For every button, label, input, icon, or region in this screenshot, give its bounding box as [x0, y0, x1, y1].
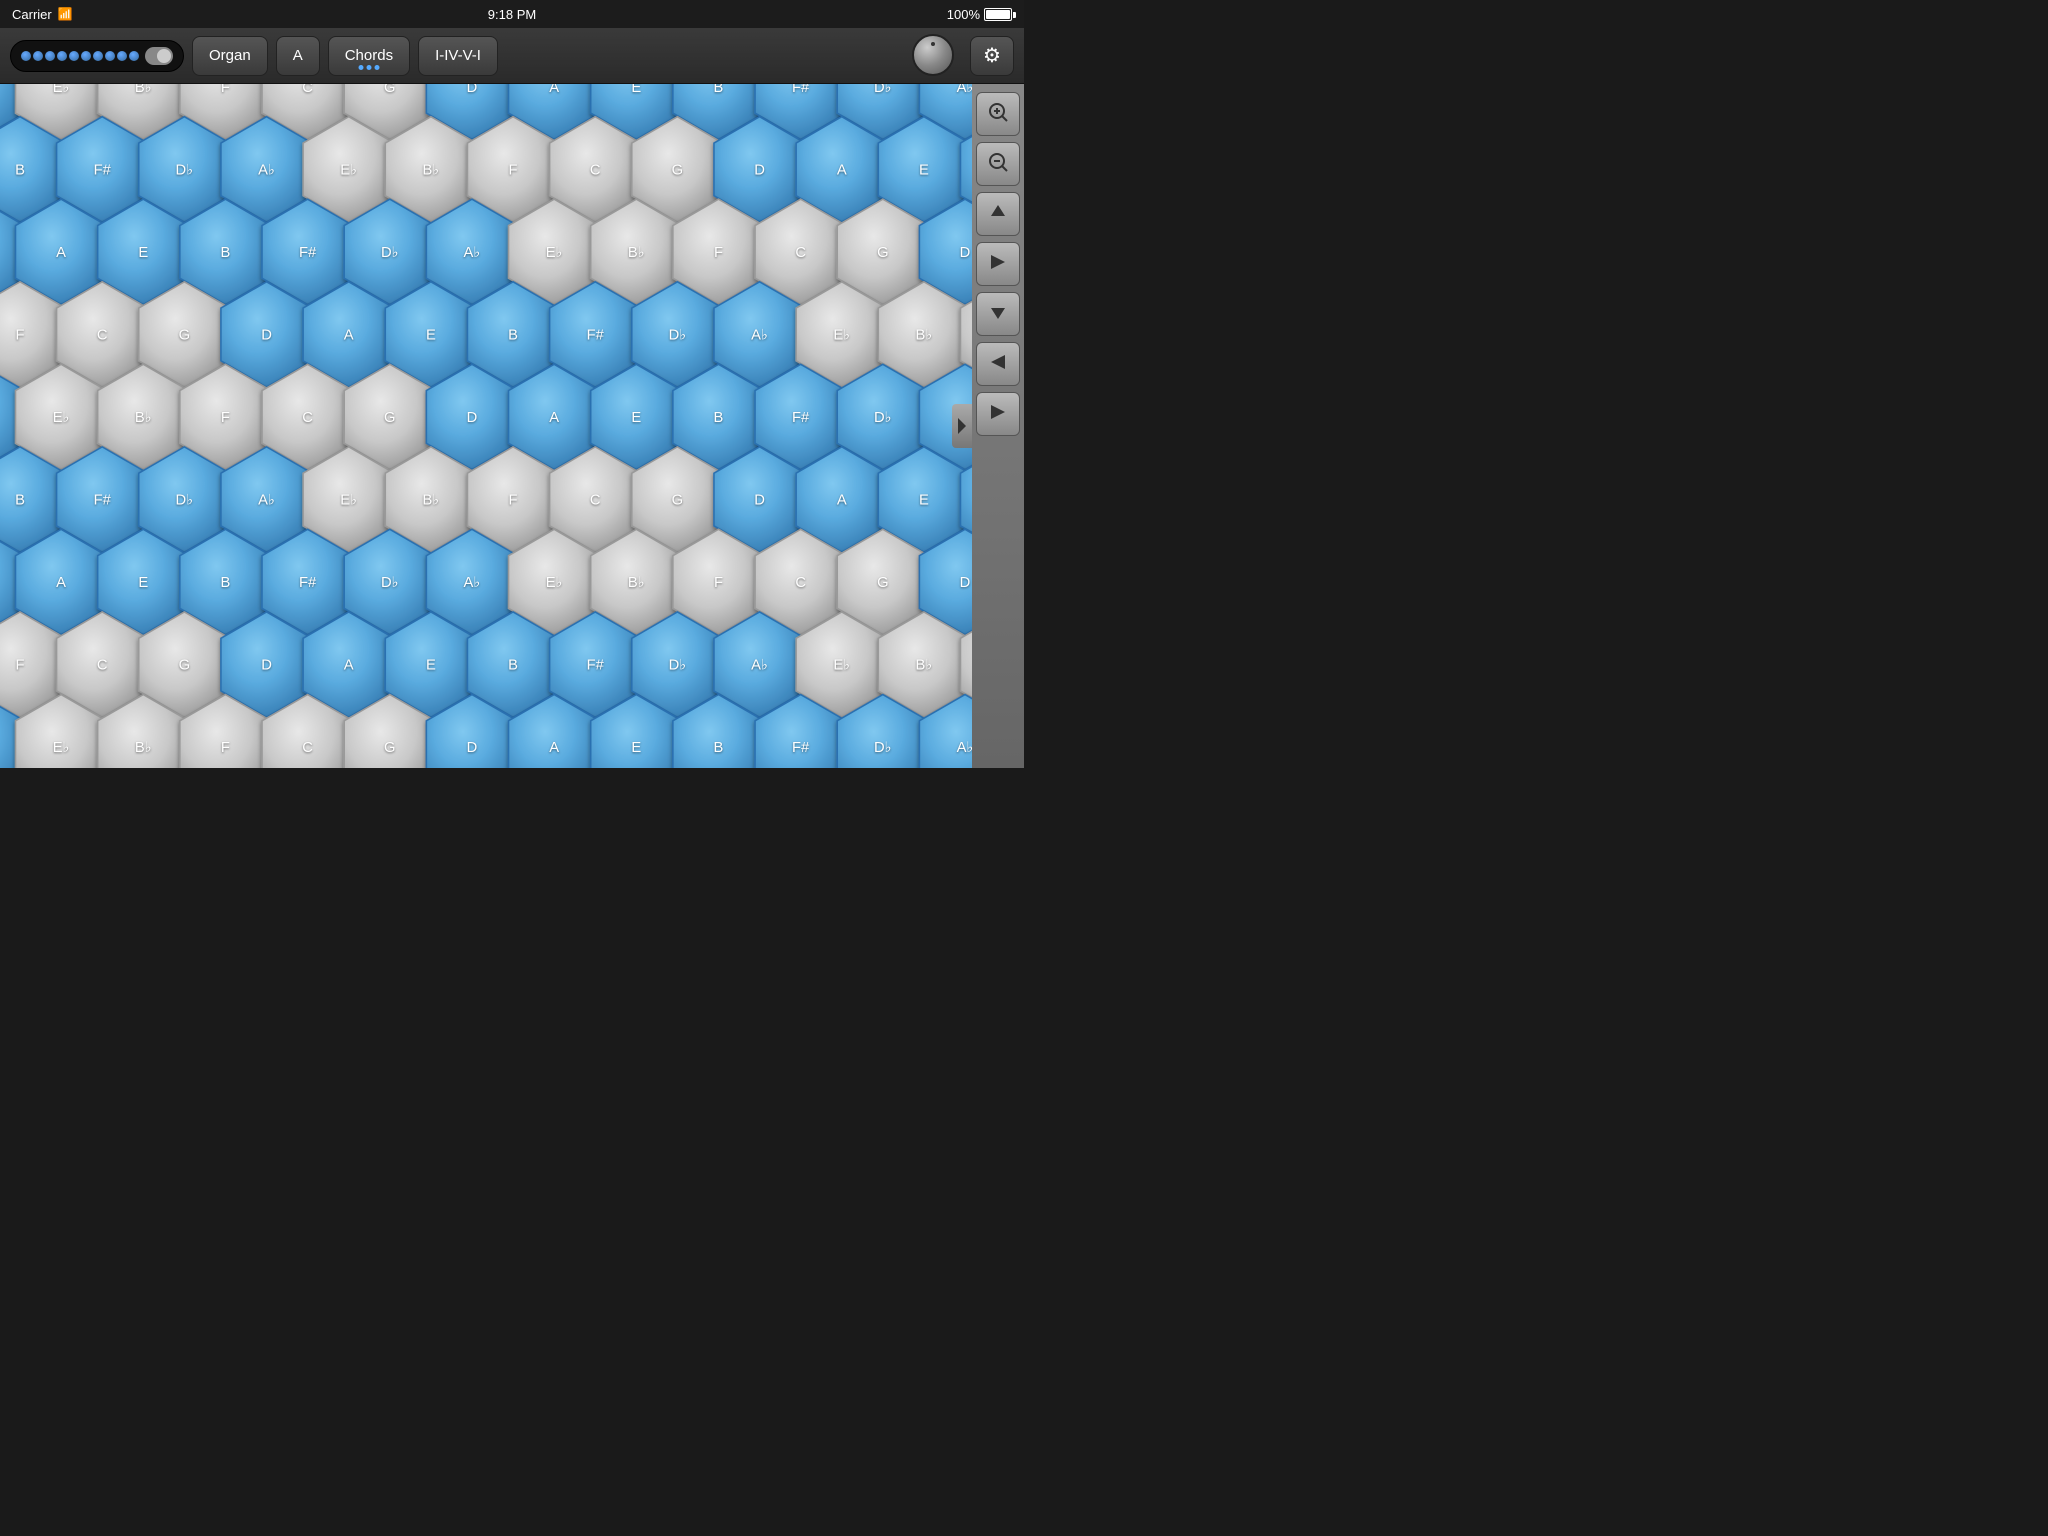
chords-button[interactable]: Chords: [328, 36, 410, 76]
arrow-left-icon: [988, 352, 1008, 377]
status-time: 9:18 PM: [488, 7, 536, 22]
scroll-down-button[interactable]: [976, 292, 1020, 336]
arrow-up-icon: [988, 202, 1008, 227]
led-7: [93, 51, 103, 61]
hex-grid-svg: A♭E♭B♭FCGDAEBF#D♭A♭BF#D♭A♭E♭B♭FCGDAEBDAE…: [0, 84, 1024, 768]
dot-2: [366, 65, 371, 70]
led-6: [81, 51, 91, 61]
status-bar: Carrier 📶 9:18 PM 100%: [0, 0, 1024, 28]
arrow-right-icon: [988, 252, 1008, 277]
arrow-down-icon: [988, 302, 1008, 327]
led-4: [57, 51, 67, 61]
led-1: [21, 51, 31, 61]
knob-indicator: [931, 42, 935, 46]
status-left: Carrier 📶: [12, 7, 73, 22]
hex-grid-container: A♭E♭B♭FCGDAEBF#D♭A♭BF#D♭A♭E♭B♭FCGDAEBDAE…: [0, 84, 1024, 768]
dot-3: [374, 65, 379, 70]
dot-1: [358, 65, 363, 70]
arrow-right2-icon: [988, 402, 1008, 427]
led-9: [117, 51, 127, 61]
battery-fill: [986, 10, 1010, 19]
led-5: [69, 51, 79, 61]
led-2: [33, 51, 43, 61]
toolbar: Organ A Chords I-IV-V-I ⚙: [0, 28, 1024, 84]
settings-button[interactable]: ⚙: [970, 36, 1014, 76]
scroll-left-button[interactable]: [976, 342, 1020, 386]
gear-icon: ⚙: [983, 43, 1001, 68]
led-toggle[interactable]: [145, 47, 173, 65]
scroll-right2-button[interactable]: [976, 392, 1020, 436]
led-control[interactable]: [10, 40, 184, 72]
knob-container: [912, 34, 954, 76]
volume-knob[interactable]: [912, 34, 954, 76]
panel-toggle-tab[interactable]: [952, 404, 972, 448]
key-button[interactable]: A: [276, 36, 320, 76]
carrier-label: Carrier: [12, 7, 52, 22]
zoom-out-icon: [987, 151, 1009, 178]
led-8: [105, 51, 115, 61]
scroll-right-button[interactable]: [976, 242, 1020, 286]
zoom-out-button[interactable]: [976, 142, 1020, 186]
zoom-in-icon: [987, 101, 1009, 128]
chords-dots: [358, 65, 379, 70]
status-right: 100%: [947, 7, 1012, 22]
led-3: [45, 51, 55, 61]
battery-icon: [984, 8, 1012, 21]
battery-percent: 100%: [947, 7, 980, 22]
chords-label: Chords: [345, 47, 393, 64]
scroll-up-button[interactable]: [976, 192, 1020, 236]
side-panel: [972, 84, 1024, 768]
wifi-icon: 📶: [58, 7, 73, 21]
progression-button[interactable]: I-IV-V-I: [418, 36, 498, 76]
led-10: [129, 51, 139, 61]
organ-button[interactable]: Organ: [192, 36, 268, 76]
zoom-in-button[interactable]: [976, 92, 1020, 136]
